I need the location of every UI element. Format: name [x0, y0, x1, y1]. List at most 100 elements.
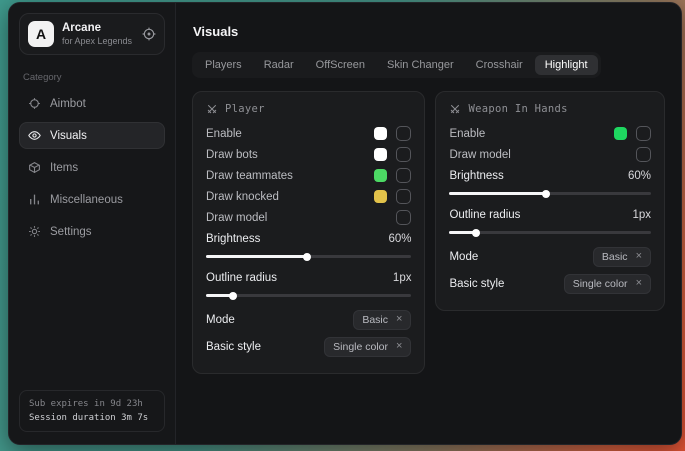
sidebar-item-label: Settings: [50, 226, 92, 238]
setting-label: Brightness: [206, 233, 388, 245]
brightness-value: 60%: [628, 170, 651, 182]
draw-model-checkbox[interactable]: [396, 210, 411, 225]
setting-row-draw-model: Draw model: [206, 207, 411, 228]
setting-label: Draw model: [449, 149, 636, 161]
tab-highlight[interactable]: Highlight: [535, 55, 598, 75]
brightness-slider[interactable]: [206, 255, 411, 258]
draw-knocked-checkbox[interactable]: [396, 189, 411, 204]
weapon-in-hands-card: Weapon In Hands Enable Draw model Bright…: [435, 91, 665, 311]
gear-icon: [28, 225, 41, 238]
mode-chip[interactable]: Basic ×: [353, 310, 411, 330]
remove-icon[interactable]: ×: [636, 251, 642, 262]
crossed-swords-icon: [206, 103, 218, 115]
bars-icon: [28, 193, 41, 206]
slider-thumb[interactable]: [542, 190, 550, 198]
slider-thumb[interactable]: [229, 292, 237, 300]
setting-row-enable: Enable: [449, 123, 651, 144]
setting-label: Basic style: [449, 278, 563, 290]
slider-fill: [206, 255, 307, 258]
sidebar-item-miscellaneous[interactable]: Miscellaneous: [19, 186, 165, 213]
color-swatch[interactable]: [374, 190, 387, 203]
setting-row-mode: Mode Basic ×: [449, 243, 651, 270]
cube-icon: [28, 161, 41, 174]
enable-checkbox[interactable]: [636, 126, 651, 141]
page-title: Visuals: [193, 24, 665, 39]
tab-players[interactable]: Players: [195, 55, 252, 75]
slider-fill: [449, 231, 475, 234]
draw-teammates-checkbox[interactable]: [396, 168, 411, 183]
sidebar-item-label: Items: [50, 162, 78, 174]
setting-row-draw-model: Draw model: [449, 144, 651, 165]
setting-row-brightness: Brightness 60%: [206, 228, 411, 249]
desktop-background: A Arcane for Apex Legends Category: [0, 0, 685, 451]
tab-skin-changer[interactable]: Skin Changer: [377, 55, 464, 75]
enable-checkbox[interactable]: [396, 126, 411, 141]
main-panel: Visuals Players Radar OffScreen Skin Cha…: [176, 3, 681, 444]
setting-row-brightness: Brightness 60%: [449, 165, 651, 186]
sidebar-item-items[interactable]: Items: [19, 154, 165, 181]
outline-radius-slider[interactable]: [449, 231, 651, 234]
slider-thumb[interactable]: [303, 253, 311, 261]
card-title-label: Weapon In Hands: [468, 103, 567, 115]
sidebar: A Arcane for Apex Legends Category: [9, 3, 176, 444]
setting-label: Mode: [206, 314, 353, 326]
app-subtitle: for Apex Legends: [62, 36, 134, 46]
setting-row-outline-radius: Outline radius 1px: [206, 267, 411, 288]
tab-crosshair[interactable]: Crosshair: [466, 55, 533, 75]
tab-radar[interactable]: Radar: [254, 55, 304, 75]
category-label: Category: [23, 72, 161, 83]
sidebar-item-settings[interactable]: Settings: [19, 218, 165, 245]
chip-label: Single color: [573, 278, 628, 290]
chip-label: Basic: [362, 314, 388, 326]
setting-label: Draw knocked: [206, 191, 374, 203]
cards-container: Player Enable Draw bots Draw teammates: [192, 91, 665, 374]
sidebar-item-visuals[interactable]: Visuals: [19, 122, 165, 149]
chip-label: Basic: [602, 251, 628, 263]
mode-chip[interactable]: Basic ×: [593, 247, 651, 267]
setting-row-basic-style: Basic style Single color ×: [206, 333, 411, 360]
setting-label: Draw model: [206, 212, 396, 224]
setting-label: Enable: [449, 128, 614, 140]
setting-label: Draw teammates: [206, 170, 374, 182]
outline-radius-slider[interactable]: [206, 294, 411, 297]
outline-radius-value: 1px: [393, 272, 412, 284]
setting-row-basic-style: Basic style Single color ×: [449, 270, 651, 297]
sidebar-item-label: Miscellaneous: [50, 194, 123, 206]
crossed-swords-icon: [449, 103, 461, 115]
brightness-slider[interactable]: [449, 192, 651, 195]
color-swatch[interactable]: [614, 127, 627, 140]
draw-model-checkbox[interactable]: [636, 147, 651, 162]
setting-label: Outline radius: [449, 209, 632, 221]
outline-radius-value: 1px: [632, 209, 651, 221]
setting-label: Brightness: [449, 170, 628, 182]
sidebar-item-aimbot[interactable]: Aimbot: [19, 90, 165, 117]
app-name: Arcane: [62, 22, 134, 34]
draw-bots-checkbox[interactable]: [396, 147, 411, 162]
setting-row-mode: Mode Basic ×: [206, 306, 411, 333]
setting-label: Outline radius: [206, 272, 393, 284]
basic-style-chip[interactable]: Single color ×: [564, 274, 651, 294]
setting-row-draw-teammates: Draw teammates: [206, 165, 411, 186]
app-header-card: A Arcane for Apex Legends: [19, 13, 165, 55]
setting-row-draw-knocked: Draw knocked: [206, 186, 411, 207]
remove-icon[interactable]: ×: [396, 341, 402, 352]
target-icon[interactable]: [142, 27, 156, 41]
color-swatch[interactable]: [374, 127, 387, 140]
sidebar-nav: Aimbot Visuals I: [19, 90, 165, 245]
slider-fill: [206, 294, 233, 297]
sidebar-item-label: Aimbot: [50, 98, 86, 110]
card-title-label: Player: [225, 103, 265, 115]
setting-label: Enable: [206, 128, 374, 140]
color-swatch[interactable]: [374, 169, 387, 182]
remove-icon[interactable]: ×: [396, 314, 402, 325]
color-swatch[interactable]: [374, 148, 387, 161]
session-duration-text: Session duration 3m 7s: [29, 413, 155, 423]
tab-bar: Players Radar OffScreen Skin Changer Cro…: [192, 52, 601, 78]
eye-icon: [28, 129, 41, 142]
slider-thumb[interactable]: [472, 229, 480, 237]
app-window: A Arcane for Apex Legends Category: [8, 2, 682, 445]
remove-icon[interactable]: ×: [636, 278, 642, 289]
setting-label: Mode: [449, 251, 592, 263]
basic-style-chip[interactable]: Single color ×: [324, 337, 411, 357]
tab-offscreen[interactable]: OffScreen: [306, 55, 375, 75]
